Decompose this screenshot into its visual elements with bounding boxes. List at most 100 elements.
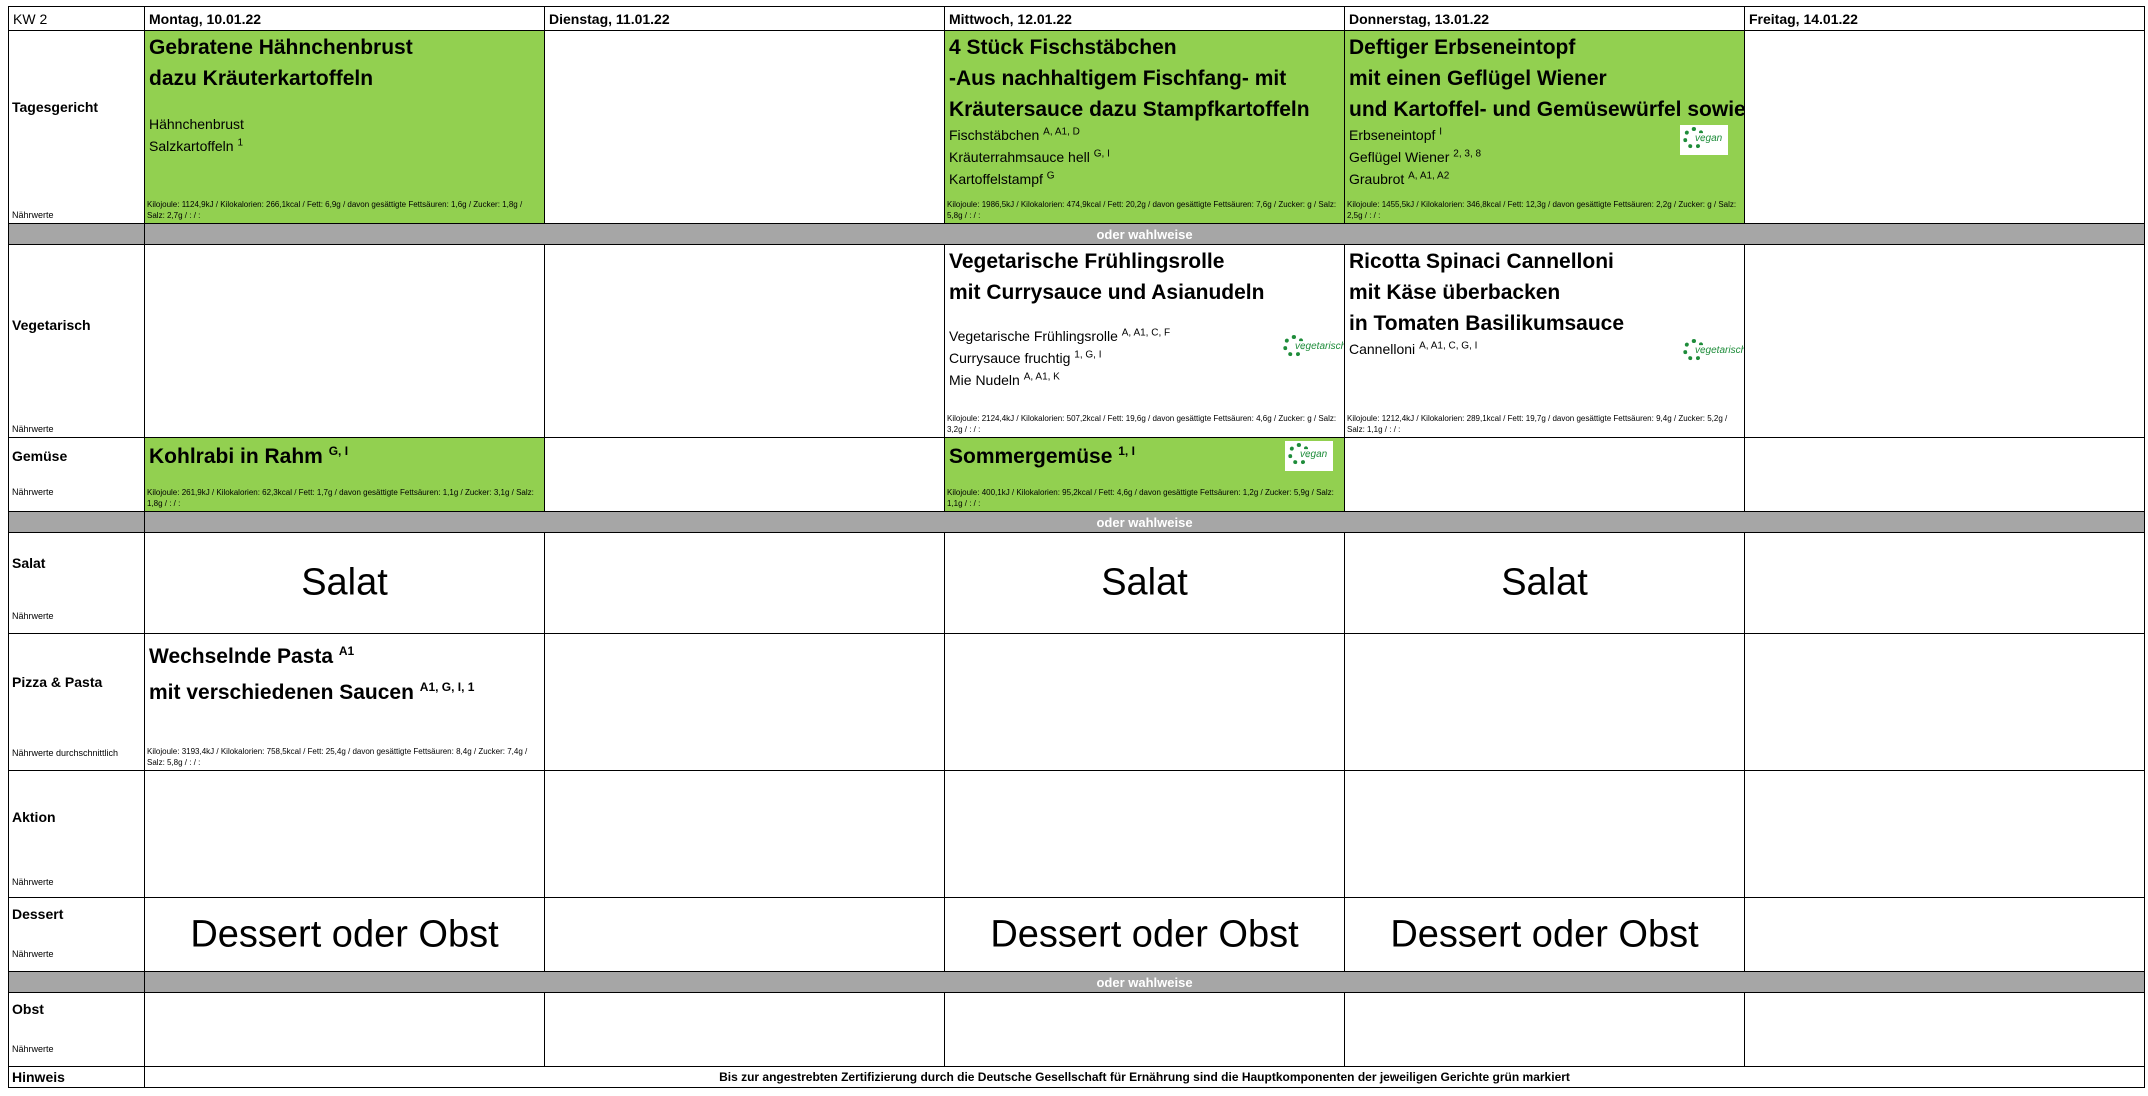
dish-title: mit einen Geflügel Wiener — [1349, 67, 1607, 90]
separator-text: oder wahlweise — [144, 511, 2145, 533]
row-label-gemuese: Gemüse Nährwerte — [8, 437, 145, 512]
dish-cell-wednesday: Sommergemüse 1, I vegan Kilojoule: 400,1… — [944, 437, 1345, 512]
header-row: KW 2 Montag, 10.01.22 Dienstag, 11.01.22… — [8, 6, 2145, 31]
row-label-pizza-pasta: Pizza & Pasta Nährwerte durchschnittlich — [8, 633, 145, 771]
day-header-tuesday: Dienstag, 11.01.22 — [544, 6, 945, 31]
nutrition-info: Kilojoule: 2124,4kJ / Kilokalorien: 507,… — [947, 414, 1337, 434]
dish-title: Ricotta Spinaci Cannelloni — [1349, 250, 1614, 273]
row-pizza-pasta: Pizza & Pasta Nährwerte durchschnittlich… — [8, 633, 2145, 771]
allergen-codes: G — [1046, 170, 1055, 182]
day-header-monday: Montag, 10.01.22 — [144, 6, 545, 31]
dish-cell-friday — [1744, 244, 2145, 438]
dish-title: Deftiger Erbseneintopf — [1349, 36, 1576, 59]
nutrition-info: Kilojoule: 261,9kJ / Kilokalorien: 62,3k… — [147, 488, 534, 508]
naehrwerte-label: Nährwerte durchschnittlich — [12, 748, 119, 758]
nutrition-info: Kilojoule: 1212,4kJ / Kilokalorien: 289,… — [1347, 414, 1728, 434]
dish-title: Kohlrabi in Rahm G, I — [149, 444, 349, 468]
row-obst: Obst Nährwerte — [8, 992, 2145, 1067]
row-label-dessert: Dessert Nährwerte — [8, 897, 145, 972]
allergen-codes: A1, G, I, 1 — [419, 680, 475, 694]
dish-title: Vegetarische Frühlingsrolle — [949, 250, 1225, 273]
salad-text: Salat — [1501, 561, 1588, 604]
dish-cell-tuesday — [544, 532, 945, 634]
row-dessert: Dessert Nährwerte Dessert oder Obst Dess… — [8, 897, 2145, 972]
dish-cell-tuesday — [544, 30, 945, 224]
row-label-text: Tagesgericht — [12, 99, 99, 115]
salad-text: Salat — [301, 561, 388, 604]
allergen-codes: I — [1439, 126, 1443, 138]
vegan-badge-icon: vegan — [1285, 441, 1333, 471]
dish-title: und Kartoffel- und Gemüsewürfel sowie — [1349, 98, 1745, 121]
dish-title: in Tomaten Basilikumsauce — [1349, 312, 1625, 335]
dish-cell-wednesday: Vegetarische Frühlingsrolle mit Currysau… — [944, 244, 1345, 438]
nutrition-info: Kilojoule: 1986,5kJ / Kilokalorien: 474,… — [947, 200, 1337, 220]
dish-cell-monday: Gebratene Hähnchenbrust dazu Kräuterkart… — [144, 30, 545, 224]
allergen-codes: G, I — [328, 444, 349, 458]
vegetarisch-badge-icon: vegetarisch — [1280, 333, 1344, 363]
dish-component: Salzkartoffeln 1 — [149, 137, 244, 154]
separator-row: oder wahlweise — [8, 971, 2145, 993]
allergen-codes: G, I — [1093, 148, 1110, 160]
row-label-text: Salat — [12, 555, 46, 571]
dish-title: mit Käse überbacken — [1349, 281, 1561, 304]
day-header-wednesday: Mittwoch, 12.01.22 — [944, 6, 1345, 31]
dish-title: Gebratene Hähnchenbrust — [149, 36, 413, 59]
dish-cell-thursday: Deftiger Erbseneintopf mit einen Geflüge… — [1344, 30, 1745, 224]
row-vegetarisch: Vegetarisch Nährwerte Vegetarische Frühl… — [8, 244, 2145, 438]
dish-cell-thursday — [1344, 437, 1745, 512]
row-label-text: Vegetarisch — [12, 317, 91, 333]
row-label-text: Dessert — [12, 906, 64, 922]
separator-row: oder wahlweise — [8, 511, 2145, 533]
row-label-text: Aktion — [12, 809, 56, 825]
allergen-codes: A, A1, C, G, I — [1419, 340, 1478, 352]
naehrwerte-label: Nährwerte — [12, 424, 54, 434]
naehrwerte-label: Nährwerte — [12, 611, 54, 621]
allergen-codes: 1 — [237, 137, 244, 149]
row-label-hinweis: Hinweis — [8, 1066, 145, 1088]
dish-title: Kräutersauce dazu Stampfkartoffeln — [949, 98, 1310, 121]
nutrition-info: Kilojoule: 3193,4kJ / Kilokalorien: 758,… — [147, 747, 528, 767]
dish-cell-monday: Dessert oder Obst — [144, 897, 545, 972]
dish-component: Fischstäbchen A, A1, D — [949, 126, 1080, 143]
hinweis-text: Bis zur angestrebten Zertifizierung durc… — [144, 1066, 2145, 1088]
dish-title: -Aus nachhaltigem Fischfang- mit — [949, 67, 1287, 90]
dish-cell-wednesday: 4 Stück Fischstäbchen -Aus nachhaltigem … — [944, 30, 1345, 224]
dish-cell-thursday: Dessert oder Obst — [1344, 897, 1745, 972]
allergen-codes: A, A1, D — [1043, 126, 1080, 138]
separator-row: oder wahlweise — [8, 223, 2145, 245]
dish-cell-friday — [1744, 437, 2145, 512]
dish-component: Kräuterrahmsauce hell G, I — [949, 148, 1110, 165]
naehrwerte-label: Nährwerte — [12, 877, 54, 887]
allergen-codes: 1, G, I — [1074, 349, 1102, 361]
day-header-friday: Freitag, 14.01.22 — [1744, 6, 2145, 31]
row-hinweis: Hinweis Bis zur angestrebten Zertifizier… — [8, 1066, 2145, 1088]
dish-cell-tuesday — [544, 437, 945, 512]
row-label-obst: Obst Nährwerte — [8, 992, 145, 1067]
naehrwerte-label: Nährwerte — [12, 210, 54, 220]
vegan-badge-icon: vegan — [1680, 125, 1728, 155]
allergen-codes: A1 — [338, 644, 355, 658]
row-label-aktion: Aktion Nährwerte — [8, 770, 145, 898]
row-label-vegetarisch: Vegetarisch Nährwerte — [8, 244, 145, 438]
dish-title: mit Currysauce und Asianudeln — [949, 281, 1265, 304]
salad-text: Salat — [1101, 561, 1188, 604]
naehrwerte-label: Nährwerte — [12, 1044, 54, 1054]
dish-cell-monday: Salat — [144, 532, 545, 634]
dish-cell-monday: Kohlrabi in Rahm G, I Kilojoule: 261,9kJ… — [144, 437, 545, 512]
dish-cell-monday: Wechselnde Pasta A1 mit verschiedenen Sa… — [144, 633, 545, 771]
allergen-codes: A, A1, K — [1023, 371, 1060, 383]
row-salat: Salat Nährwerte Salat Salat Salat — [8, 532, 2145, 634]
naehrwerte-label: Nährwerte — [12, 487, 54, 497]
dish-title: Wechselnde Pasta A1 — [149, 644, 355, 668]
row-label-tagesgericht: Tagesgericht Nährwerte — [8, 30, 145, 224]
row-label-text: Hinweis — [12, 1069, 65, 1085]
row-label-salat: Salat Nährwerte — [8, 532, 145, 634]
dish-cell-wednesday — [944, 633, 1345, 771]
dessert-text: Dessert oder Obst — [190, 913, 499, 955]
dessert-text: Dessert oder Obst — [1390, 913, 1699, 955]
dish-title: mit verschiedenen Saucen A1, G, I, 1 — [149, 680, 475, 704]
dish-title: dazu Kräuterkartoffeln — [149, 67, 374, 90]
dish-component: Hähnchenbrust — [149, 116, 244, 132]
row-label-text: Gemüse — [12, 448, 68, 464]
dish-cell-monday — [144, 244, 545, 438]
